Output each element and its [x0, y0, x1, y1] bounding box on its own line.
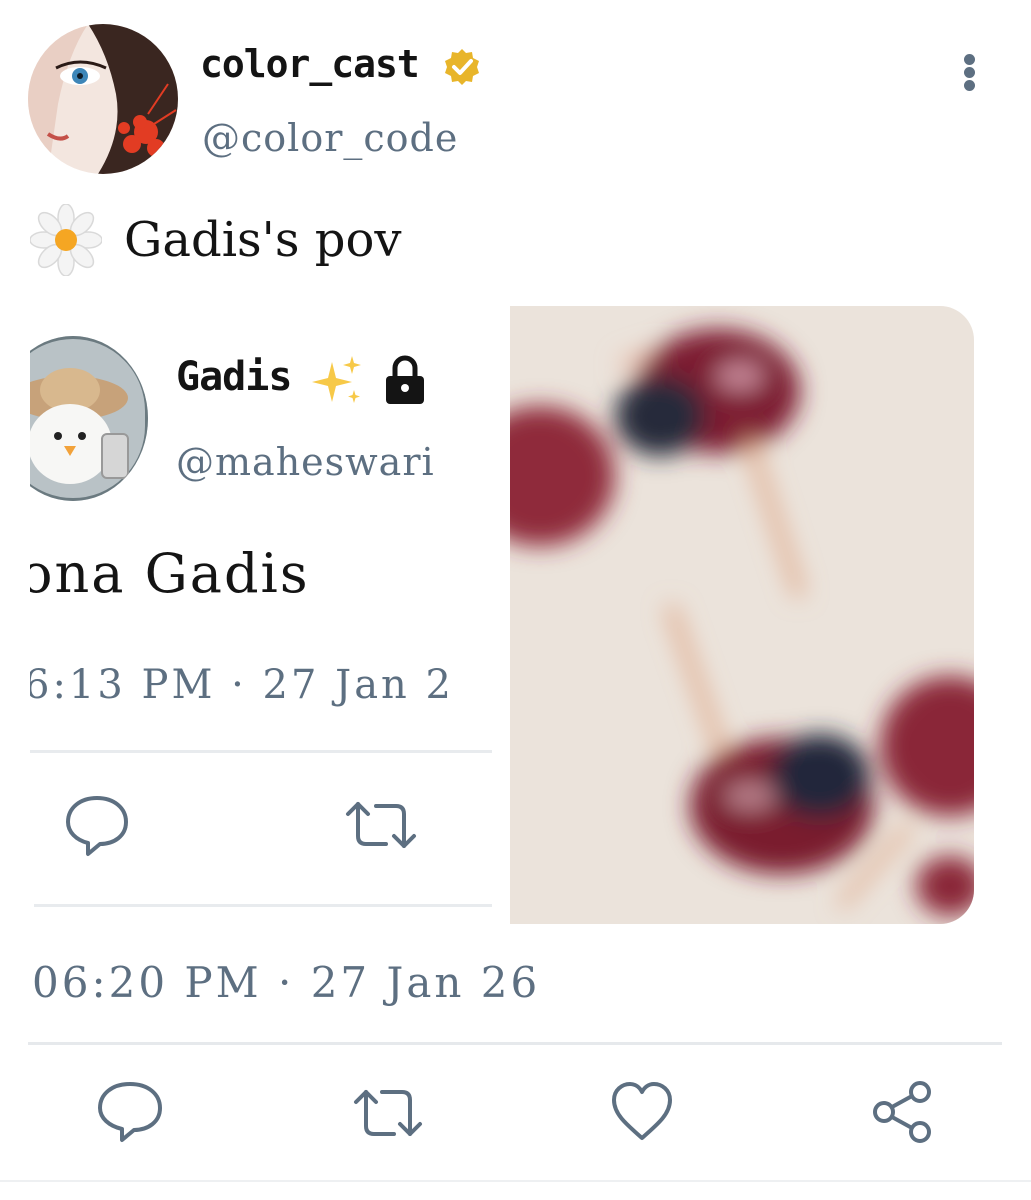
quoted-tweet-timestamp: 6:13 PM · 27 Jan 2: [30, 662, 454, 708]
divider: [0, 1180, 1031, 1182]
daisy-emoji-icon: [30, 204, 102, 276]
retweet-icon[interactable]: [348, 1078, 428, 1150]
reply-icon[interactable]: [94, 1076, 166, 1148]
tweet-text: Gadis's pov: [124, 212, 402, 268]
sparkles-emoji-icon: [312, 356, 361, 403]
reply-icon[interactable]: [62, 792, 132, 858]
author-handle[interactable]: @color_code: [202, 116, 458, 160]
verified-badge-icon: [442, 47, 482, 87]
divider: [34, 904, 492, 907]
more-options-icon[interactable]: [956, 48, 984, 96]
tweet-text-row: Gadis's pov: [30, 200, 402, 280]
divider: [28, 1042, 1002, 1045]
quoted-tweet[interactable]: Gadis @maheswari ona Gadis 6:13 PM · 27 …: [30, 306, 510, 926]
divider: [30, 750, 492, 753]
quoted-display-name[interactable]: Gadis: [176, 354, 292, 400]
quoted-author-avatar[interactable]: [30, 336, 148, 501]
share-icon[interactable]: [866, 1076, 938, 1148]
tweet-timestamp: 06:20 PM · 27 Jan 26: [32, 958, 541, 1007]
quoted-tweet-text: ona Gadis: [30, 542, 310, 605]
quoted-handle[interactable]: @maheswari: [176, 440, 435, 484]
media-image[interactable]: [510, 306, 974, 924]
author-display-name[interactable]: color_cast: [200, 42, 420, 86]
author-avatar[interactable]: [28, 24, 178, 174]
lock-icon: [386, 355, 424, 404]
retweet-icon[interactable]: [342, 796, 420, 854]
like-icon[interactable]: [606, 1076, 678, 1148]
